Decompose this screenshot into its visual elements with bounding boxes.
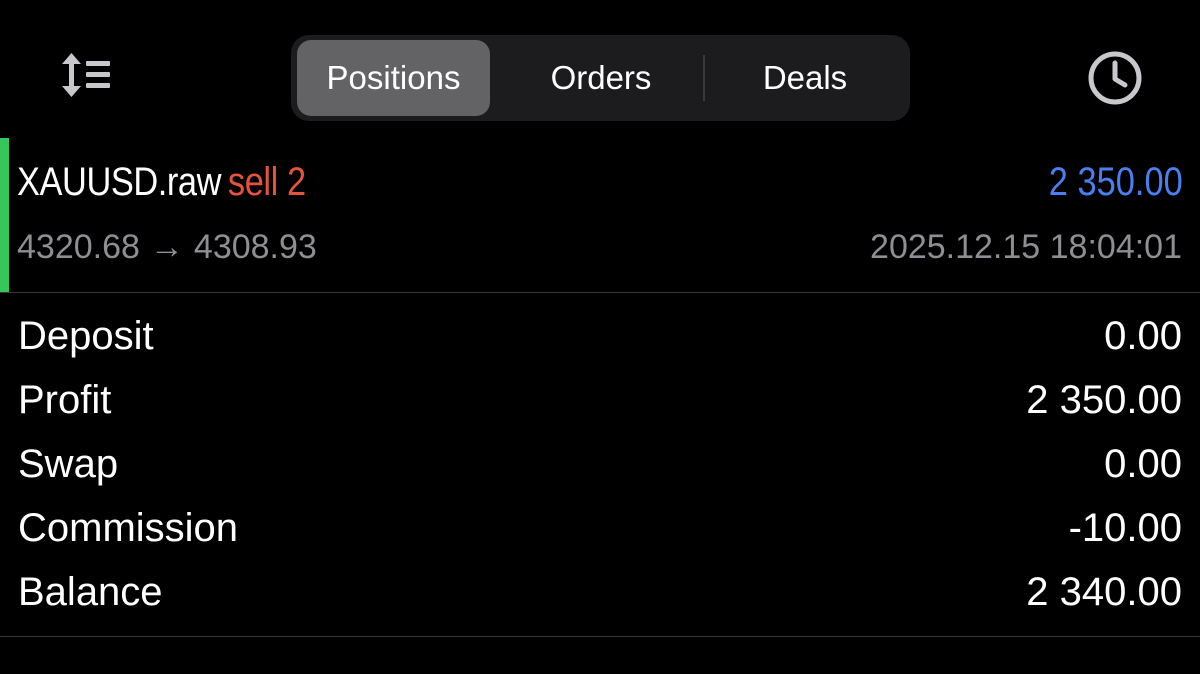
summary-row-profit: Profit 2 350.00: [0, 370, 1200, 434]
clock-icon: [1088, 51, 1142, 105]
summary-label: Swap: [18, 442, 119, 486]
deal-time: 2025.12.15 18:04:01: [870, 228, 1182, 266]
tab-deals[interactable]: Deals: [705, 40, 905, 116]
summary-row-deposit: Deposit 0.00: [0, 306, 1200, 370]
close-price: 4308.93: [193, 228, 317, 266]
summary-label: Commission: [18, 506, 239, 550]
open-price: 4320.68: [17, 228, 140, 266]
history-button[interactable]: [1085, 48, 1145, 108]
deal-status-marker: [0, 138, 9, 292]
summary-value: 2 350.00: [1026, 378, 1182, 422]
summary-row-balance: Balance 2 340.00: [0, 562, 1200, 626]
deal-row[interactable]: XAUUSD.raw sell 2 2 350.00 4320.68 → 4308.9…: [0, 138, 1200, 292]
summary-value: -10.00: [1068, 506, 1182, 550]
sort-button[interactable]: [58, 52, 114, 98]
tab-positions[interactable]: Positions: [297, 40, 490, 116]
deal-type: sell 2: [227, 160, 306, 204]
divider: [0, 636, 1200, 637]
arrow-icon: →: [149, 228, 184, 266]
symbol-name: XAUUSD.raw: [17, 160, 222, 204]
summary-value: 0.00: [1104, 314, 1182, 358]
sort-icon: [62, 53, 110, 97]
summary-value: 0.00: [1104, 442, 1182, 486]
divider: [0, 292, 1200, 293]
summary-label: Deposit: [18, 314, 154, 358]
summary-list: Deposit 0.00 Profit 2 350.00 Swap 0.00 C…: [0, 306, 1200, 626]
deal-prices: 4320.68 → 4308.93: [17, 228, 317, 267]
summary-row-commission: Commission -10.00: [0, 498, 1200, 562]
summary-row-swap: Swap 0.00: [0, 434, 1200, 498]
deal-symbol: XAUUSD.raw sell 2: [17, 160, 306, 205]
trade-history-screen: Positions Orders Deals XAUUSD.raw sell 2 …: [0, 0, 1200, 674]
summary-value: 2 340.00: [1026, 570, 1182, 614]
deal-profit: 2 350.00: [1049, 160, 1183, 204]
summary-label: Profit: [18, 378, 112, 422]
tab-segmented-control: Positions Orders Deals: [291, 35, 910, 121]
summary-label: Balance: [18, 570, 163, 614]
tab-orders[interactable]: Orders: [499, 40, 703, 116]
